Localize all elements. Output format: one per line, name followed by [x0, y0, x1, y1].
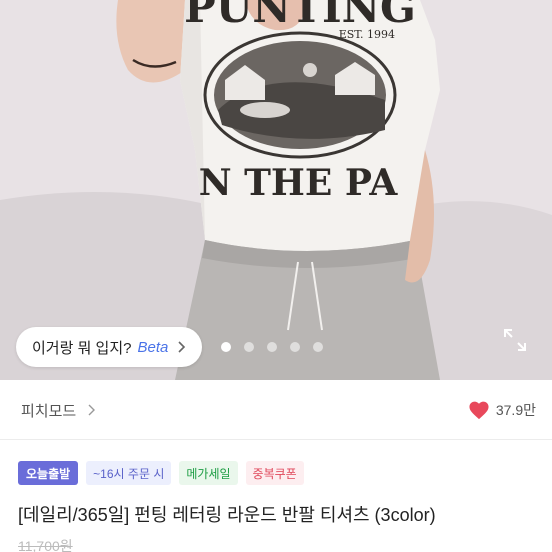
product-photo: PUNTING EST. 1994 N THE PA — [0, 0, 552, 380]
expand-icon[interactable] — [503, 328, 527, 352]
carousel-dot[interactable] — [244, 342, 254, 352]
chevron-right-icon — [178, 341, 186, 353]
badge-list: 오늘출발 ~16시 주문 시 메가세일 중복쿠폰 — [18, 461, 304, 485]
product-title: [데일리/365일] 펀팅 레터링 라운드 반팔 티셔츠 (3color) — [18, 505, 436, 525]
brand-link[interactable]: 피치모드 — [21, 400, 96, 421]
badge-order-cutoff: ~16시 주문 시 — [86, 461, 172, 485]
heart-icon — [469, 401, 489, 420]
badge-mega-sale: 메가세일 — [179, 461, 238, 485]
carousel-dot[interactable] — [290, 342, 300, 352]
badge-coupon: 중복쿠폰 — [245, 461, 304, 485]
carousel-dot[interactable] — [221, 342, 231, 352]
brand-row: 피치모드 37.9만 — [0, 388, 552, 432]
svg-text:EST. 1994: EST. 1994 — [339, 28, 395, 41]
carousel-indicator — [221, 342, 323, 352]
product-image-carousel[interactable]: PUNTING EST. 1994 N THE PA 이거랑 뭐 입지? Bet… — [0, 0, 552, 380]
beta-label: Beta — [137, 338, 169, 356]
outfit-question-label: 이거랑 뭐 입지? — [32, 339, 132, 357]
like-button[interactable]: 37.9만 — [468, 400, 536, 420]
badge-same-day-delivery: 오늘출발 — [18, 461, 79, 485]
carousel-dot[interactable] — [267, 342, 277, 352]
brand-name: 피치모드 — [21, 402, 77, 420]
like-count: 37.9만 — [495, 402, 536, 418]
original-price: 11,700원 — [18, 538, 73, 552]
chevron-right-icon — [88, 404, 96, 416]
svg-text:N THE PA: N THE PA — [199, 162, 399, 204]
carousel-dot[interactable] — [313, 342, 323, 352]
divider — [0, 439, 552, 440]
outfit-suggestion-button[interactable]: 이거랑 뭐 입지? Beta — [16, 327, 203, 367]
